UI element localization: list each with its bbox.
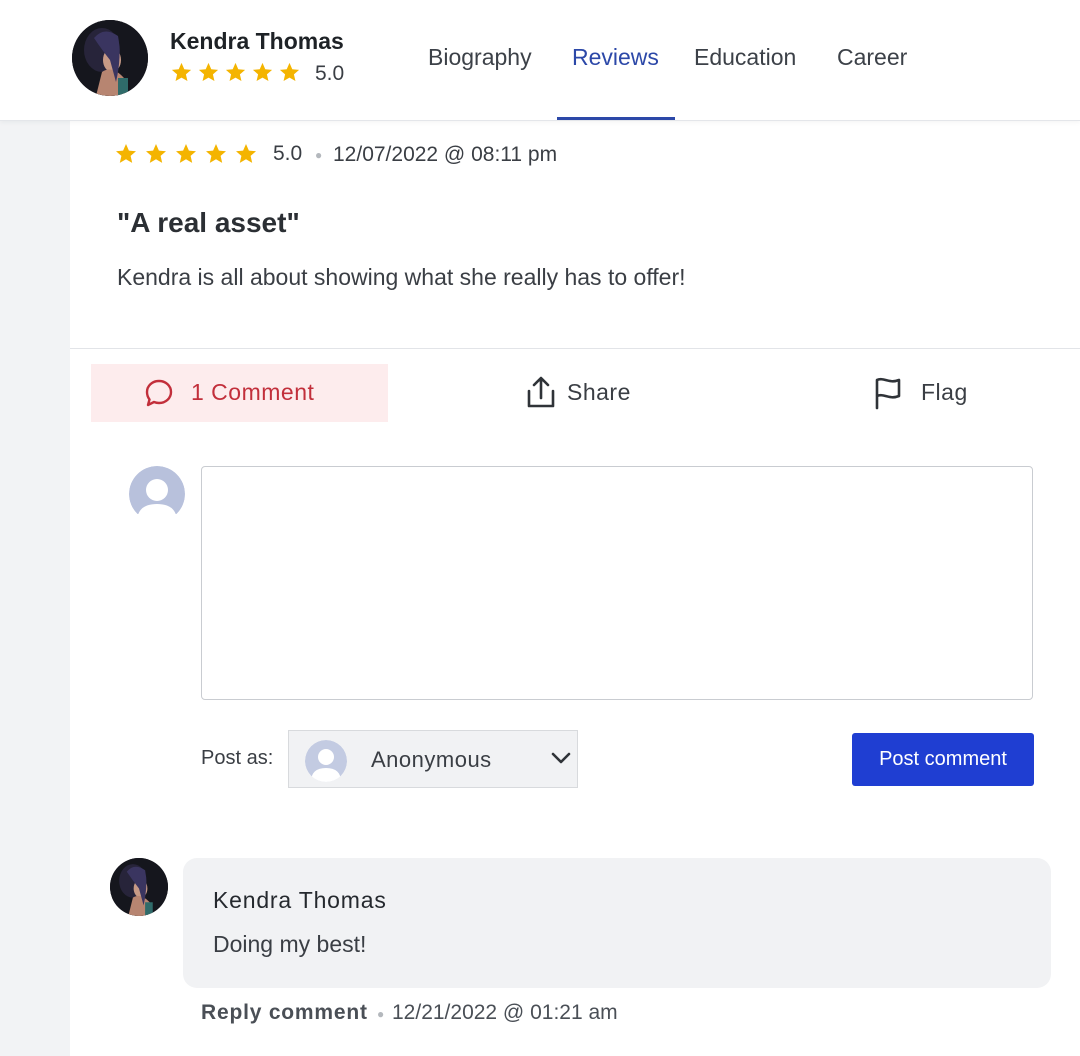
comment-date: 12/21/2022 @ 01:21 am (392, 1001, 618, 1024)
profile-rating-value: 5.0 (315, 62, 345, 85)
star-icon (206, 144, 226, 163)
review-date: 12/07/2022 @ 08:11 pm (333, 143, 558, 166)
comment-text: Doing my best! (213, 931, 367, 957)
star-icon (146, 144, 166, 163)
post-as-dropdown[interactable]: Anonymous (288, 730, 578, 788)
comment-input[interactable] (201, 466, 1033, 700)
profile-name: Kendra Thomas (170, 28, 344, 54)
active-tab-indicator (557, 117, 675, 120)
flag-label: Flag (921, 379, 968, 405)
divider (70, 348, 1080, 349)
commenter-avatar[interactable] (110, 858, 168, 916)
separator-dot: ● (377, 1007, 385, 1021)
separator-dot: ● (315, 148, 323, 162)
anonymous-avatar-icon (129, 466, 185, 514)
share-label: Share (567, 379, 631, 405)
comment-button[interactable]: 1 Comment (91, 364, 388, 422)
star-icon (171, 62, 192, 82)
star-icon (252, 62, 273, 82)
tab-reviews[interactable]: Reviews (572, 44, 659, 71)
speech-bubble-icon (145, 379, 173, 407)
profile-header: Kendra Thomas 5.0 Biography Reviews Educ… (0, 0, 1080, 121)
star-icon (236, 144, 256, 163)
star-icon (198, 62, 219, 82)
review-body: Kendra is all about showing what she rea… (117, 264, 686, 290)
star-icon (176, 144, 196, 163)
tab-biography[interactable]: Biography (428, 44, 532, 71)
review-title: "A real asset" (117, 207, 300, 238)
profile-star-rating (170, 61, 301, 84)
comment-author[interactable]: Kendra Thomas (213, 887, 387, 914)
flag-icon (875, 377, 901, 410)
comment-count-label: 1 Comment (191, 379, 315, 405)
post-comment-button[interactable]: Post comment (852, 733, 1034, 786)
chevron-down-icon (551, 752, 571, 764)
profile-avatar[interactable] (72, 20, 148, 96)
review-card: 5.0 ● 12/07/2022 @ 08:11 pm "A real asse… (70, 121, 1080, 1056)
review-star-rating (114, 142, 258, 166)
star-icon (225, 62, 246, 82)
star-icon (116, 144, 136, 163)
share-icon (527, 376, 555, 408)
tab-education[interactable]: Education (694, 44, 796, 71)
anonymous-avatar-icon (305, 740, 347, 782)
post-as-label: Post as: (201, 747, 274, 769)
tab-career[interactable]: Career (837, 44, 907, 71)
share-button[interactable]: Share (525, 373, 655, 413)
post-as-value: Anonymous (371, 747, 492, 772)
review-rating-value: 5.0 (273, 142, 303, 165)
star-icon (279, 62, 300, 82)
reply-comment-link[interactable]: Reply comment (201, 1001, 368, 1025)
flag-button[interactable]: Flag (871, 373, 991, 413)
comment-bubble: Kendra Thomas Doing my best! (183, 858, 1051, 988)
